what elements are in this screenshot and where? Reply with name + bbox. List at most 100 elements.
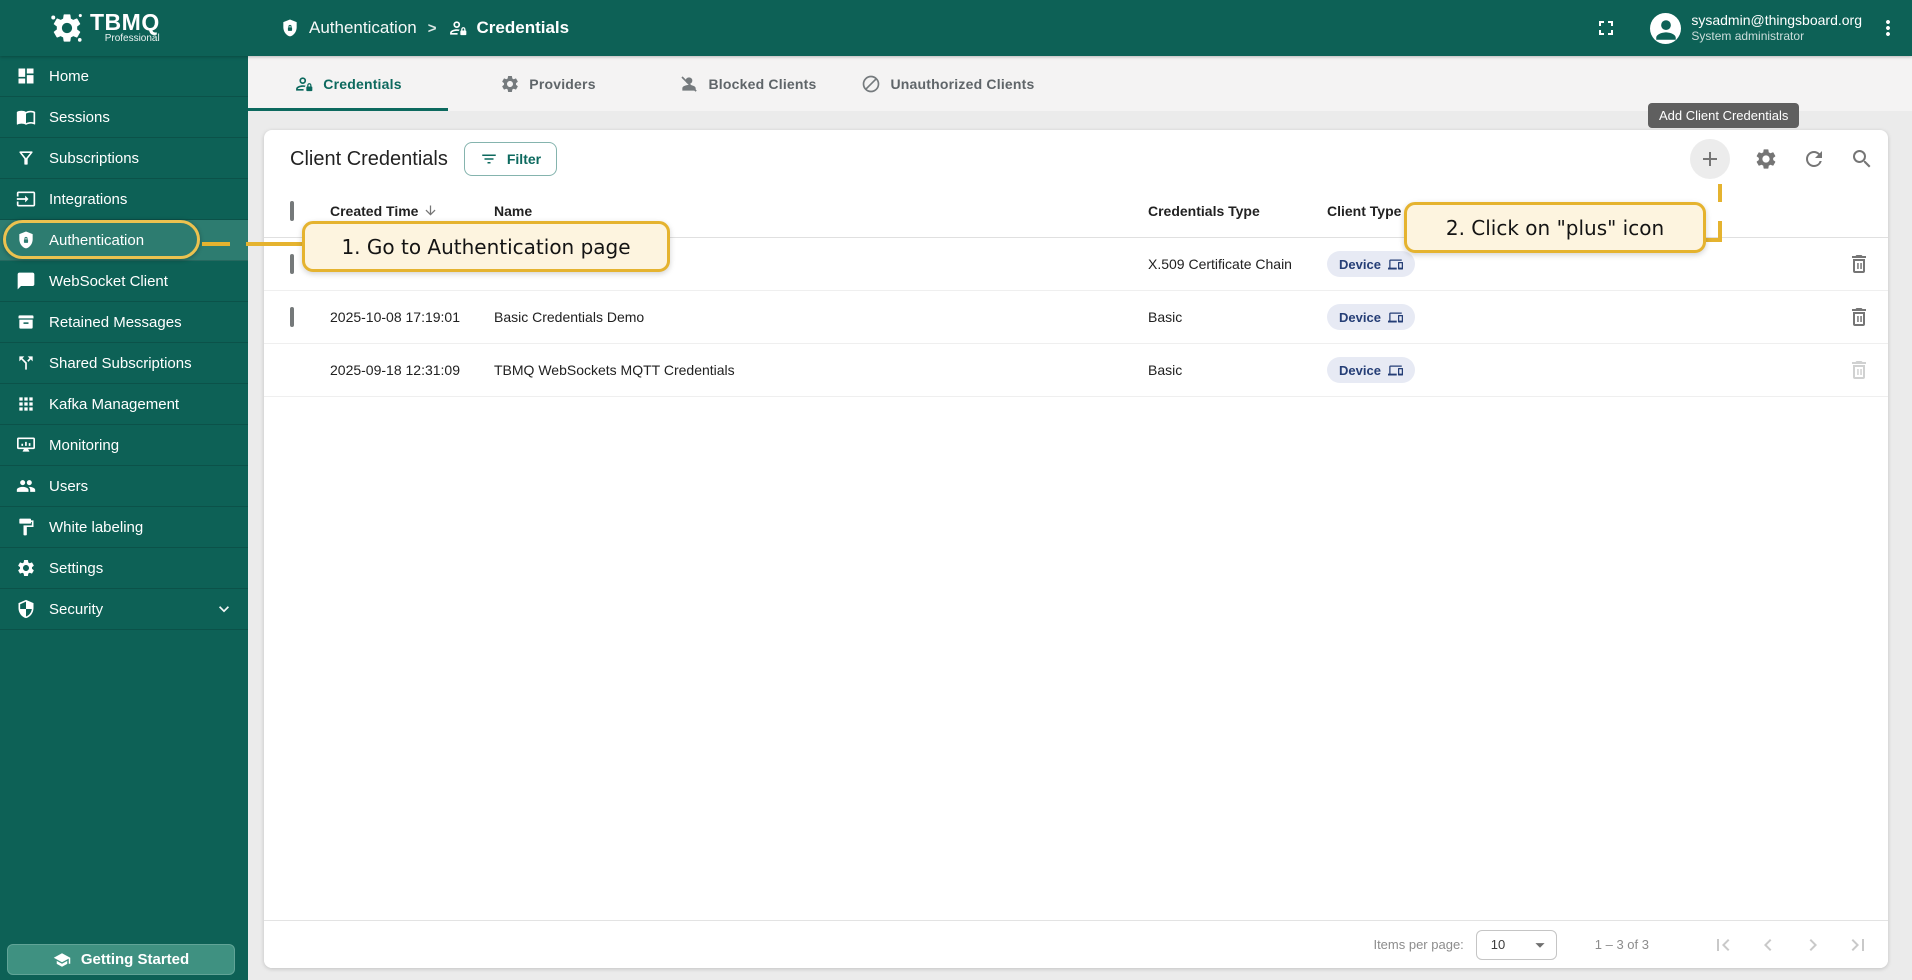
app-root: TBMQ Professional Authentication > Crede… [0, 0, 1912, 980]
tab-icon [861, 74, 881, 94]
sidebar-item-icon [16, 394, 36, 414]
items-per-page-label: Items per page: [1373, 937, 1463, 952]
select-all-checkbox[interactable] [290, 201, 294, 221]
previous-page-button [1756, 933, 1780, 957]
client-type-chip: Device [1327, 304, 1415, 330]
sidebar-item[interactable]: WebSocket Client [0, 261, 248, 302]
sidebar-item-icon [16, 148, 36, 168]
filter-button[interactable]: Filter [464, 142, 557, 176]
gear-icon [1754, 147, 1778, 171]
refresh-button[interactable] [1802, 147, 1826, 171]
table-row[interactable]: 2025-09-18 12:31:09 TBMQ WebSockets MQTT… [264, 344, 1888, 397]
tab[interactable]: Blocked Clients [648, 56, 848, 111]
breadcrumb-current-label: Credentials [477, 18, 570, 38]
delete-button[interactable] [1847, 252, 1871, 276]
sidebar-item[interactable]: Shared Subscriptions [0, 343, 248, 384]
sidebar-item-icon [16, 66, 36, 86]
user-info: sysadmin@thingsboard.org System administ… [1691, 12, 1862, 44]
search-button[interactable] [1850, 147, 1874, 171]
paginator: Items per page: 10 1 – 3 of 3 [264, 920, 1888, 968]
sidebar-item-label: Kafka Management [49, 396, 179, 413]
sidebar-item-label: White labeling [49, 519, 143, 536]
tab-icon [679, 74, 699, 94]
sidebar-item[interactable]: Kafka Management [0, 384, 248, 425]
authentication-highlight-ring [3, 220, 200, 259]
pagination-buttons [1711, 933, 1870, 957]
breadcrumb-item-credentials[interactable]: Credentials [448, 18, 570, 38]
sidebar-item-label: Settings [49, 560, 103, 577]
sidebar-item[interactable]: Security [0, 589, 248, 630]
sidebar-item-label: Security [49, 601, 103, 618]
trash-icon [1847, 305, 1871, 329]
sidebar-item-icon [16, 312, 36, 332]
page-size-value: 10 [1491, 937, 1505, 952]
breadcrumb: Authentication > Credentials [280, 0, 569, 56]
school-icon [53, 951, 71, 969]
page-range: 1 – 3 of 3 [1595, 937, 1649, 952]
column-header-created-time[interactable]: Created Time [330, 203, 494, 219]
sidebar-item[interactable]: Users [0, 466, 248, 507]
topbar-right: sysadmin@thingsboard.org System administ… [1594, 0, 1900, 56]
sidebar-item[interactable]: Home [0, 56, 248, 97]
client-type-label: Device [1339, 363, 1381, 378]
next-page-button [1801, 933, 1825, 957]
tab[interactable]: Credentials [248, 56, 448, 111]
sidebar-item-label: Subscriptions [49, 150, 139, 167]
page-size-select[interactable]: 10 [1476, 930, 1557, 960]
card-toolbar: Client Credentials Filter [264, 130, 1888, 184]
sidebar-item-label: Retained Messages [49, 314, 182, 331]
getting-started-button[interactable]: Getting Started [7, 944, 235, 975]
delete-button[interactable] [1847, 358, 1871, 382]
plus-icon [1698, 147, 1722, 171]
client-type-chip: Device [1327, 357, 1415, 383]
caret-down-icon [1529, 934, 1551, 956]
sidebar-item-label: Home [49, 68, 89, 85]
cell-created-time: 2025-09-18 12:31:09 [330, 362, 494, 378]
sidebar-item[interactable]: White labeling [0, 507, 248, 548]
tab-icon [294, 74, 314, 94]
column-header-name[interactable]: Name [494, 203, 1148, 219]
cell-credentials-type: Basic [1148, 362, 1327, 378]
breadcrumb-separator: > [428, 20, 437, 37]
app-logo[interactable]: TBMQ Professional [50, 9, 160, 45]
sidebar-item[interactable]: Settings [0, 548, 248, 589]
callout1-connector-a [202, 242, 230, 246]
tutorial-step-1: 1. Go to Authentication page [302, 221, 670, 272]
fullscreen-icon [1594, 16, 1618, 40]
tab[interactable]: Unauthorized Clients [848, 56, 1048, 111]
sidebar-item-icon [16, 599, 36, 619]
tab-icon [500, 74, 520, 94]
tab-label: Blocked Clients [708, 76, 816, 92]
cell-name: Basic Credentials Demo [494, 309, 1148, 325]
user-role: System administrator [1691, 29, 1862, 44]
sidebar-item[interactable]: Retained Messages [0, 302, 248, 343]
add-credentials-button[interactable] [1690, 139, 1730, 179]
callout2-connector-v1 [1718, 184, 1722, 202]
logo-title: TBMQ [90, 9, 160, 35]
add-credentials-tooltip: Add Client Credentials [1648, 103, 1799, 128]
user-email: sysadmin@thingsboard.org [1691, 12, 1862, 29]
avatar[interactable] [1650, 13, 1681, 44]
page-title: Client Credentials [290, 148, 448, 171]
sidebar-item-label: Users [49, 478, 88, 495]
getting-started-label: Getting Started [81, 951, 189, 968]
sidebar-item-icon [16, 558, 36, 578]
more-menu-button[interactable] [1876, 16, 1900, 40]
fullscreen-button[interactable] [1594, 16, 1618, 40]
sidebar-item-label: Monitoring [49, 437, 119, 454]
row-checkbox[interactable] [290, 254, 294, 274]
sidebar-item[interactable]: Integrations [0, 179, 248, 220]
sidebar-item[interactable]: Monitoring [0, 425, 248, 466]
sidebar-item[interactable]: Sessions [0, 97, 248, 138]
tab[interactable]: Providers [448, 56, 648, 111]
filter-icon [480, 150, 498, 168]
breadcrumb-item-authentication[interactable]: Authentication [280, 18, 417, 38]
table-row[interactable]: 2025-10-08 17:19:01 Basic Credentials De… [264, 291, 1888, 344]
row-checkbox[interactable] [290, 307, 294, 327]
table-settings-button[interactable] [1754, 147, 1778, 171]
column-header-credentials-type[interactable]: Credentials Type [1148, 203, 1327, 219]
sidebar-item[interactable]: Subscriptions [0, 138, 248, 179]
first-page-button [1711, 933, 1735, 957]
person-icon [1653, 17, 1679, 43]
delete-button[interactable] [1847, 305, 1871, 329]
